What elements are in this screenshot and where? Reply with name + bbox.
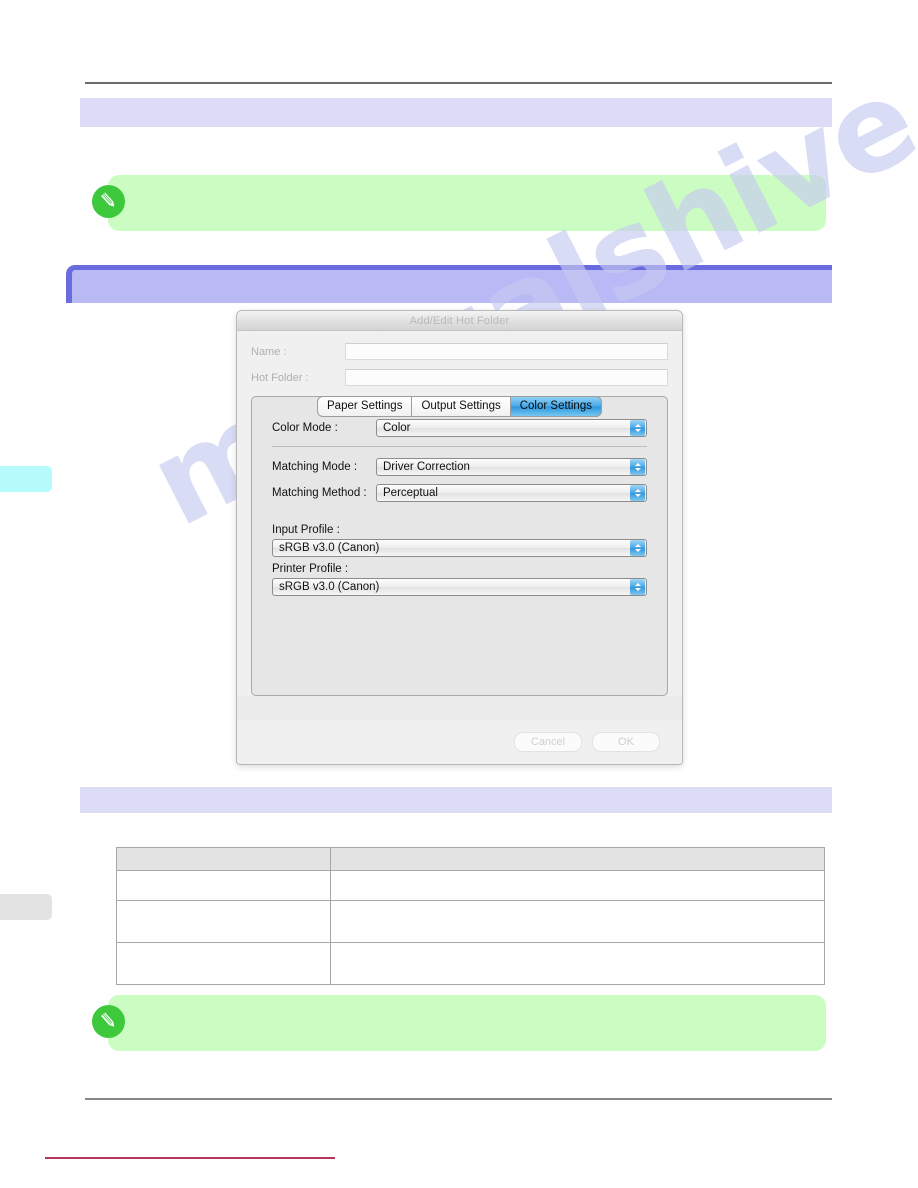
page-bottom-rule [85, 1098, 832, 1100]
table-row [116, 870, 825, 901]
tabstrip: Paper Settings Output Settings Color Set… [251, 396, 668, 417]
name-input[interactable] [345, 343, 668, 360]
memo-pencil-icon [92, 1005, 125, 1038]
input-profile-value: sRGB v3.0 (Canon) [279, 542, 380, 554]
dialog-title: Add/Edit Hot Folder [409, 314, 510, 327]
ok-button[interactable]: OK [592, 732, 660, 752]
tab-color-settings[interactable]: Color Settings [509, 396, 602, 417]
tab-paper-settings[interactable]: Paper Settings [317, 396, 412, 417]
matching-method-value: Perceptual [383, 487, 438, 499]
footer-accent-rule [45, 1157, 335, 1159]
settings-tabview: Paper Settings Output Settings Color Set… [251, 396, 668, 696]
matching-mode-select[interactable]: Driver Correction [376, 458, 647, 476]
name-field-label: Name : [251, 345, 287, 358]
matching-method-select[interactable]: Perceptual [376, 484, 647, 502]
tab-output-settings[interactable]: Output Settings [411, 396, 510, 417]
note-box-bottom [92, 995, 826, 1051]
dialog-titlebar[interactable]: Add/Edit Hot Folder [237, 311, 682, 331]
memo-pencil-icon [92, 185, 125, 218]
section-bar-mid [80, 787, 832, 813]
printer-profile-value: sRGB v3.0 (Canon) [279, 581, 380, 593]
dialog-footer: Cancel OK [237, 720, 682, 764]
chevron-updown-icon[interactable] [630, 420, 645, 436]
color-settings-panel: Color Mode : Color Matching Mode : Drive… [251, 396, 668, 696]
table-header-cell [330, 847, 825, 871]
matching-mode-value: Driver Correction [383, 461, 470, 473]
color-mode-label: Color Mode : [272, 422, 338, 434]
chevron-updown-icon[interactable] [630, 540, 645, 556]
printer-profile-label: Printer Profile : [272, 563, 349, 575]
table-row [116, 942, 825, 985]
matching-mode-row: Matching Mode : Driver Correction [272, 458, 647, 476]
matching-mode-label: Matching Mode : [272, 461, 358, 473]
input-profile-select[interactable]: sRGB v3.0 (Canon) [272, 539, 647, 557]
table-header-cell [116, 847, 331, 871]
hot-folder-field-row: Hot Folder : [251, 369, 668, 386]
table-cell [330, 870, 825, 901]
table-cell [330, 900, 825, 943]
printer-profile-select[interactable]: sRGB v3.0 (Canon) [272, 578, 647, 596]
memo-pencil-glyph [101, 1012, 115, 1027]
matching-method-row: Matching Method : Perceptual [272, 484, 647, 502]
table-header-row [116, 847, 825, 871]
color-mode-select[interactable]: Color [376, 419, 647, 437]
matching-method-label: Matching Method : [272, 487, 367, 499]
table-cell [330, 942, 825, 985]
margin-tab-cyan[interactable] [0, 466, 52, 492]
specification-table [116, 847, 825, 985]
hot-folder-field-label: Hot Folder : [251, 371, 309, 384]
chevron-updown-icon[interactable] [630, 579, 645, 595]
table-cell [116, 870, 331, 901]
note-box-top [92, 175, 826, 231]
margin-tab-gray[interactable] [0, 894, 52, 920]
cancel-button[interactable]: Cancel [514, 732, 582, 752]
hot-folder-input[interactable] [345, 369, 668, 386]
dialog-body: Name : Hot Folder : Paper Settings Outpu… [237, 331, 682, 696]
add-edit-hot-folder-dialog: Add/Edit Hot Folder Name : Hot Folder : … [236, 310, 683, 765]
table-row [116, 900, 825, 943]
input-profile-label: Input Profile : [272, 524, 340, 536]
chevron-updown-icon[interactable] [630, 459, 645, 475]
memo-pencil-glyph [101, 192, 115, 207]
table-cell [116, 900, 331, 943]
chevron-updown-icon[interactable] [630, 485, 645, 501]
section-bar-top [80, 98, 832, 127]
table-cell [116, 942, 331, 985]
color-mode-value: Color [383, 422, 411, 434]
page-top-rule [85, 82, 832, 84]
color-mode-row: Color Mode : Color [272, 419, 647, 437]
section-heading-bar [66, 265, 832, 303]
panel-spacer [272, 510, 647, 524]
panel-divider [272, 446, 647, 447]
name-field-row: Name : [251, 343, 668, 360]
